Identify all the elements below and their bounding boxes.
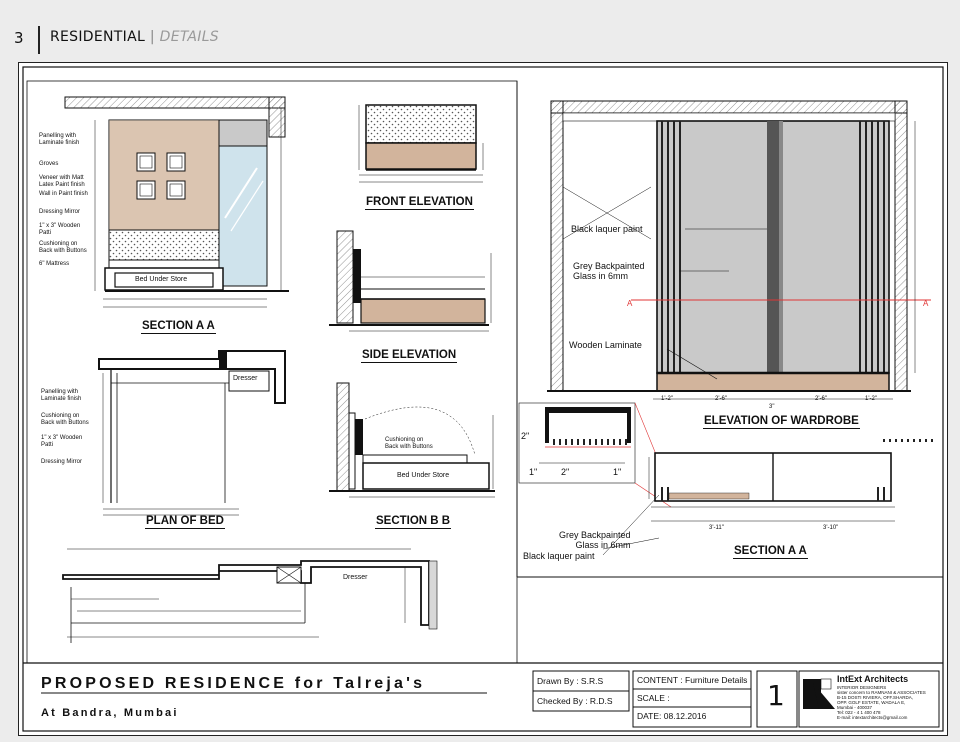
drawing-sheet: A A Panelling with Laminate finish Grove… <box>18 62 948 736</box>
firm-name: IntExt Architects <box>837 674 909 684</box>
bb-cushion-label: Cushioning on Back with Buttons <box>385 437 433 450</box>
breadcrumb-separator: | <box>149 29 155 45</box>
plan-dresser-label: Dresser <box>233 375 258 382</box>
bed-label-wall: Wall in Paint finish <box>39 191 88 197</box>
section-aa-wardrobe-title: SECTION A A <box>733 545 808 559</box>
long-plan-drawing <box>62 548 438 643</box>
plan-label-panelling: Panelling with Laminate finish <box>41 389 82 402</box>
wardrobe-dim-3: 3" <box>769 404 775 410</box>
bed-label-patti: 1" x 3" Wooden Patti <box>39 223 81 236</box>
drawing-linework: A A <box>22 66 944 732</box>
svg-text:A: A <box>923 299 929 308</box>
wardrobe-dim-1: 1'-2" <box>661 396 673 402</box>
section-dim-2: 3'-10" <box>823 525 839 531</box>
date-field: DATE: 08.12.2016 <box>637 711 707 721</box>
scale-field: SCALE : <box>637 693 670 703</box>
front-elevation-drawing <box>358 104 484 183</box>
plan-label-cushion: Cushioning on Back with Buttons <box>41 413 89 426</box>
bed-label-groves: Groves <box>39 161 59 167</box>
bed-label-panelling: Panelling with Laminate finish <box>39 133 80 146</box>
firm-details: INTERIOR DESIGNERS sister concern to RAM… <box>837 685 926 720</box>
wardrobe-label-laquer: Black laquer paint <box>571 224 643 234</box>
wardrobe-dim-5: 1'-2" <box>865 396 877 402</box>
svg-text:A: A <box>627 299 633 308</box>
plan-of-bed-title: PLAN OF BED <box>145 515 225 529</box>
section-dim-1: 3'-11" <box>709 525 724 531</box>
dashed-marker <box>879 439 937 442</box>
section-bb-title: SECTION B B <box>375 515 452 529</box>
detail-dim-1: 2" <box>521 431 530 441</box>
bed-label-cushion: Cushioning on Back with Buttons <box>39 241 87 254</box>
section-label-laquer: Black laquer paint <box>523 551 595 561</box>
bb-store-label: Bed Under Store <box>397 472 450 479</box>
front-elevation-title: FRONT ELEVATION <box>365 196 474 210</box>
page-number: 3 <box>14 29 24 47</box>
content-field: CONTENT : Furniture Details <box>637 675 748 685</box>
sheet-number: 1 <box>767 679 785 712</box>
bed-label-mattress: 6" Mattress <box>39 261 70 267</box>
header-divider <box>38 26 40 54</box>
wardrobe-dim-4: 2'-6" <box>815 396 827 402</box>
breadcrumb-subsection[interactable]: DETAILS <box>160 29 219 45</box>
breadcrumb: RESIDENTIAL | DETAILS <box>50 29 219 45</box>
detail-dim-3: 2" <box>561 467 570 477</box>
plan-label-mirror: Dressing Mirror <box>41 459 83 465</box>
project-title: PROPOSED RESIDENCE for Talreja's <box>41 675 426 692</box>
wardrobe-label-laminate: Wooden Laminate <box>569 340 642 350</box>
drawn-by: Drawn By : S.R.S <box>537 676 604 686</box>
bed-label-mirror: Dressing Mirror <box>39 209 81 215</box>
checked-by: Checked By : R.D.S <box>537 696 613 706</box>
wardrobe-elevation-drawing: A A <box>547 100 931 400</box>
plan-label-patti: 1" x 3" Wooden Patti <box>41 435 83 448</box>
detail-dim-4: 1" <box>613 467 622 477</box>
side-elevation-drawing <box>329 230 492 332</box>
section-label-glass: Grey Backpainted Glass in 6mm <box>559 530 631 550</box>
wardrobe-elevation-title: ELEVATION OF WARDROBE <box>703 415 860 429</box>
bed-label-veneer: Veneer with Matt Latex Paint finish <box>39 175 85 188</box>
detail-dim-2: 1" <box>529 467 538 477</box>
project-location: At Bandra, Mumbai <box>41 707 179 719</box>
section-aa-bed-title: SECTION A A <box>141 320 216 334</box>
wardrobe-label-glass: Grey Backpainted Glass in 6mm <box>573 261 645 281</box>
breadcrumb-section[interactable]: RESIDENTIAL <box>50 29 145 45</box>
wardrobe-dim-2: 2'-6" <box>715 396 727 402</box>
long-plan-dresser-label: Dresser <box>343 574 368 581</box>
side-elevation-title: SIDE ELEVATION <box>361 349 458 363</box>
bed-under-store-label: Bed Under Store <box>135 276 188 283</box>
